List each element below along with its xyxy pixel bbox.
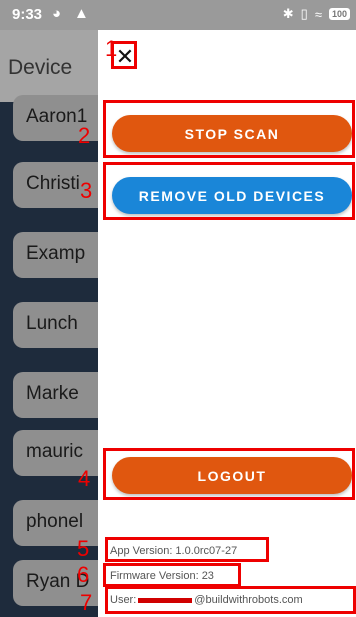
vibrate-icon: ▯ bbox=[300, 6, 308, 21]
annotation-number-1: 1 bbox=[105, 36, 118, 61]
list-item-label: phonel bbox=[26, 511, 84, 532]
annotation-number-2: 2 bbox=[78, 123, 91, 148]
annotation-number-4: 4 bbox=[78, 466, 91, 491]
annotation-number-6: 6 bbox=[77, 562, 90, 587]
list-item-label: Lunch bbox=[26, 313, 78, 334]
bluetooth-icon: ✱ bbox=[282, 6, 294, 21]
annotation-box-6 bbox=[103, 563, 241, 587]
screen: 9:33 ◕ ▲ ✱ ▯ ≈ 100 Device Aaron1 Christi… bbox=[0, 0, 356, 617]
annotation-number-7: 7 bbox=[80, 590, 93, 615]
list-item-label: mauric bbox=[26, 441, 84, 462]
status-icons: ✱ ▯ ≈ 100 bbox=[283, 6, 350, 22]
warning-icon: ▲ bbox=[74, 5, 89, 22]
annotation-box-4 bbox=[103, 448, 355, 500]
annotation-box-2 bbox=[103, 100, 355, 158]
battery-icon: 100 bbox=[328, 8, 350, 20]
annotation-box-7 bbox=[105, 586, 356, 614]
list-item-label: Christi bbox=[26, 173, 80, 194]
list-item-label: Marke bbox=[26, 383, 79, 404]
vpn-icon: ◕ bbox=[52, 5, 62, 22]
status-bar: 9:33 ◕ ▲ ✱ ▯ ≈ 100 bbox=[0, 0, 356, 30]
annotation-number-3: 3 bbox=[80, 178, 93, 203]
wifi-icon: ≈ bbox=[314, 6, 322, 22]
annotation-number-5: 5 bbox=[77, 536, 90, 561]
annotation-box-3 bbox=[103, 162, 355, 220]
annotation-box-5 bbox=[105, 537, 269, 562]
list-item-label: Examp bbox=[26, 243, 86, 264]
status-time: 9:33 bbox=[12, 6, 43, 23]
background-title: Device bbox=[8, 56, 73, 79]
